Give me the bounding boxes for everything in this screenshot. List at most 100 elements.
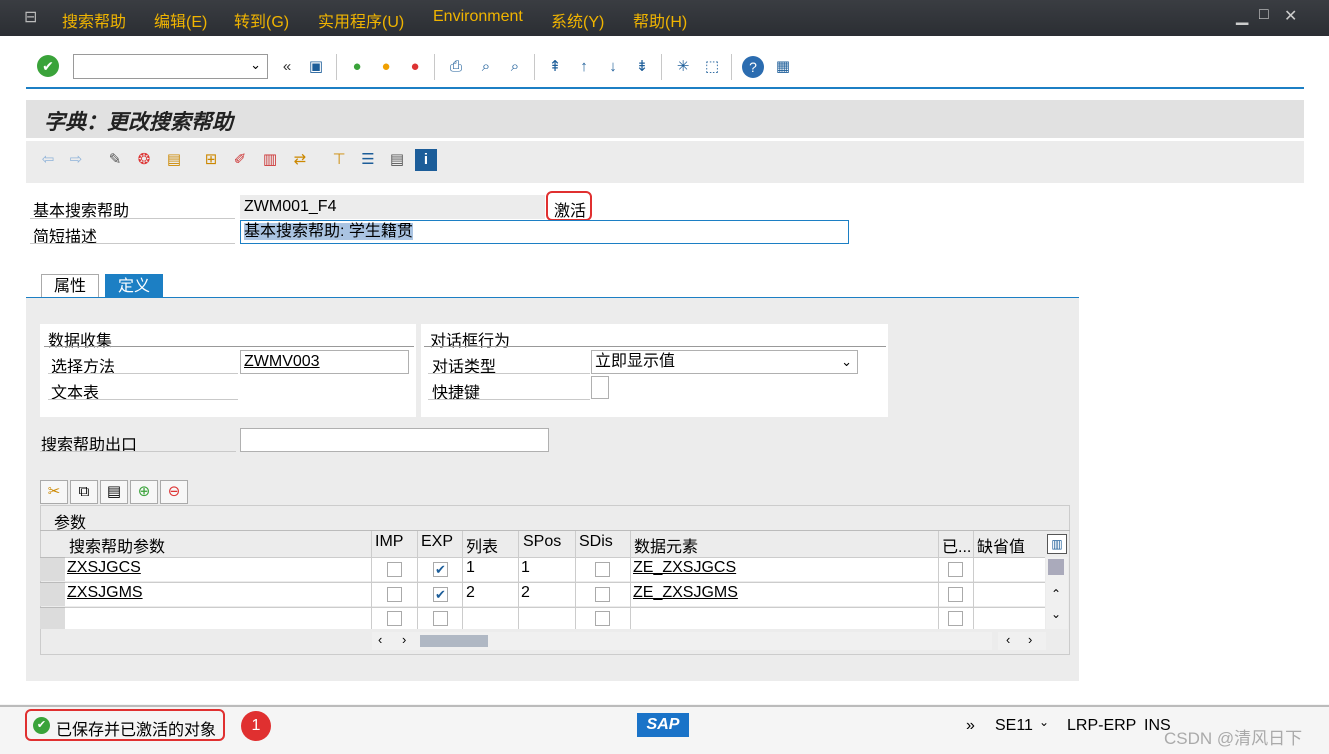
col-spos[interactable]: SPos — [523, 533, 561, 551]
column-settings-icon[interactable]: ▥ — [1047, 534, 1067, 554]
hierarchy-icon[interactable]: ⊤ — [328, 149, 350, 171]
scroll-right-icon[interactable]: › — [402, 632, 406, 647]
app-menu-icon[interactable]: ⊟ — [24, 7, 37, 27]
expand-icon[interactable]: » — [966, 717, 975, 735]
navigation-icon[interactable]: ⇄ — [289, 149, 311, 171]
scroll-left-icon[interactable]: ‹ — [378, 632, 382, 647]
menu-utilities[interactable]: 实用程序(U) — [318, 8, 404, 32]
list-pos[interactable]: 1 — [466, 559, 475, 577]
menu-goto[interactable]: 转到(G) — [234, 8, 289, 32]
scroll-up-icon[interactable]: ⌃ — [1051, 587, 1061, 601]
menu-edit[interactable]: 编辑(E) — [154, 8, 207, 32]
imp-checkbox[interactable] — [387, 611, 402, 626]
delete-row-icon[interactable]: ⊖ — [160, 480, 188, 504]
layout-icon[interactable]: ▦ — [772, 56, 794, 78]
col-modified[interactable]: 已... — [942, 533, 971, 557]
scroll-right-icon[interactable]: › — [1028, 632, 1032, 647]
where-used-icon[interactable]: ⊞ — [200, 149, 222, 171]
menu-system[interactable]: 系统(Y) — [551, 8, 604, 32]
activate-icon[interactable]: ▤ — [163, 149, 185, 171]
first-page-icon[interactable]: ⇞ — [544, 56, 566, 78]
help-icon[interactable]: ? — [742, 56, 764, 78]
short-desc-input[interactable]: 基本搜索帮助: 学生籍贯 — [240, 220, 849, 244]
imp-checkbox[interactable] — [387, 587, 402, 602]
close-icon[interactable]: ✕ — [1284, 6, 1297, 26]
exp-checkbox[interactable] — [433, 611, 448, 626]
exit-icon[interactable]: ● — [375, 56, 397, 78]
row-selector[interactable] — [40, 582, 65, 606]
prev-page-icon[interactable]: ↑ — [573, 56, 595, 78]
maximize-icon[interactable]: □ — [1259, 6, 1269, 24]
param-name[interactable]: ZXSJGMS — [67, 584, 143, 602]
tcode[interactable]: SE11 — [995, 717, 1033, 735]
print-icon[interactable]: ⎙ — [445, 56, 467, 78]
data-element[interactable]: ZE_ZXSJGCS — [633, 559, 736, 577]
exp-checkbox[interactable]: ✔ — [433, 562, 448, 577]
cancel-icon[interactable]: ● — [404, 56, 426, 78]
col-list[interactable]: 列表 — [466, 533, 498, 557]
cut-icon[interactable]: ✂ — [40, 480, 68, 504]
table-icon[interactable]: ▤ — [386, 149, 408, 171]
method-input[interactable]: ZWMV003 — [240, 350, 409, 374]
hotkey-input[interactable] — [591, 376, 609, 399]
scroll-thumb[interactable] — [420, 635, 488, 647]
menu-search-help[interactable]: 搜索帮助 — [62, 8, 126, 32]
object-list-icon[interactable]: ▥ — [259, 149, 281, 171]
menu-environment[interactable]: Environment — [433, 8, 523, 26]
col-exp[interactable]: EXP — [421, 533, 453, 551]
list-pos[interactable]: 2 — [466, 584, 475, 602]
row-selector[interactable] — [40, 557, 65, 581]
display-change-icon[interactable]: ✎ — [104, 149, 126, 171]
info-icon[interactable]: i — [415, 149, 437, 171]
insert-row-icon[interactable]: ⊕ — [130, 480, 158, 504]
col-default[interactable]: 缺省值 — [977, 533, 1025, 557]
sdis-checkbox[interactable] — [595, 611, 610, 626]
col-param[interactable]: 搜索帮助参数 — [69, 533, 165, 557]
find-next-icon[interactable]: ⌕ — [504, 56, 526, 78]
shortcut-icon[interactable]: ⬚ — [701, 56, 723, 78]
save-icon[interactable]: ▣ — [305, 56, 327, 78]
collapse-icon[interactable]: « — [276, 56, 298, 78]
last-page-icon[interactable]: ⇟ — [631, 56, 653, 78]
imp-checkbox[interactable] — [387, 562, 402, 577]
arrow-left-icon[interactable]: ⇦ — [37, 149, 59, 171]
minimize-icon[interactable]: ▁ — [1236, 6, 1248, 26]
sdis-checkbox[interactable] — [595, 562, 610, 577]
tab-attributes[interactable]: 属性 — [41, 274, 100, 298]
new-session-icon[interactable]: ✳ — [672, 56, 694, 78]
s-pos[interactable]: 1 — [521, 559, 530, 577]
copy-icon[interactable]: ⧉ — [70, 480, 98, 504]
find-icon[interactable]: ⌕ — [475, 56, 497, 78]
tab-definition[interactable]: 定义 — [105, 274, 164, 298]
col-imp[interactable]: IMP — [375, 533, 403, 551]
back-icon[interactable]: ● — [346, 56, 368, 78]
data-element[interactable]: ZE_ZXSJGMS — [633, 584, 738, 602]
exp-checkbox[interactable]: ✔ — [433, 587, 448, 602]
chevron-down-icon[interactable]: ⌄ — [1039, 715, 1049, 729]
sdis-checkbox[interactable] — [595, 587, 610, 602]
exit-input[interactable] — [240, 428, 549, 452]
param-name[interactable]: ZXSJGCS — [67, 559, 141, 577]
scroll-thumb[interactable] — [1048, 559, 1064, 575]
status-message[interactable]: 已保存并已激活的对象 — [56, 716, 216, 740]
modified-checkbox[interactable] — [948, 587, 963, 602]
scroll-left-icon[interactable]: ‹ — [1006, 632, 1010, 647]
enter-icon[interactable]: ✔ — [37, 55, 59, 77]
arrow-right-icon[interactable]: ⇨ — [65, 149, 87, 171]
paste-icon[interactable]: ▤ — [100, 480, 128, 504]
dialog-type-select[interactable]: 立即显示值 ⌄ — [591, 350, 858, 374]
command-field[interactable]: ⌄ — [73, 54, 268, 79]
horizontal-scrollbar-2[interactable]: ‹ › — [998, 632, 1046, 650]
next-page-icon[interactable]: ↓ — [602, 56, 624, 78]
col-data-element[interactable]: 数据元素 — [634, 533, 698, 557]
horizontal-scrollbar[interactable]: ‹ › — [372, 632, 992, 650]
vertical-scrollbar[interactable]: ⌃ ⌄ — [1046, 557, 1068, 629]
modified-checkbox[interactable] — [948, 611, 963, 626]
s-pos[interactable]: 2 — [521, 584, 530, 602]
check-icon[interactable]: ❂ — [133, 149, 155, 171]
modified-checkbox[interactable] — [948, 562, 963, 577]
scroll-down-icon[interactable]: ⌄ — [1051, 607, 1061, 621]
row-selector[interactable] — [40, 607, 65, 629]
menu-help[interactable]: 帮助(H) — [633, 8, 687, 32]
test-icon[interactable]: ✐ — [229, 149, 251, 171]
